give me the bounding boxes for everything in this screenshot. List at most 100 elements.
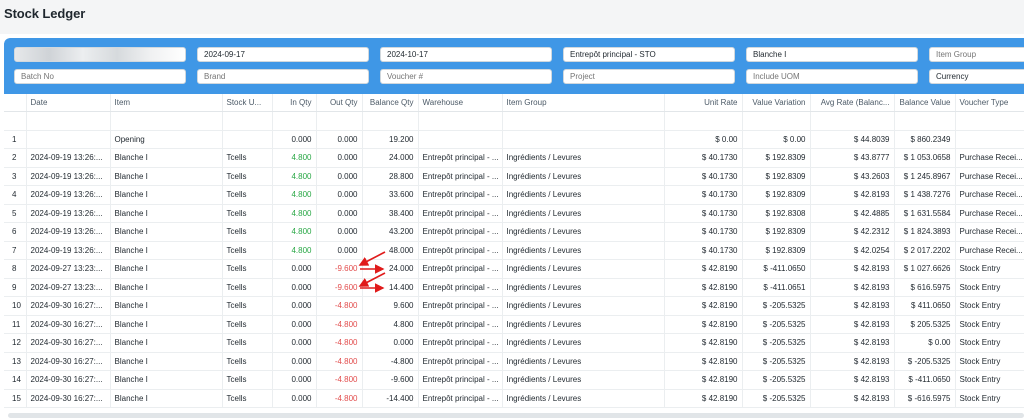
item-cell[interactable]: Blanche I — [110, 204, 223, 223]
in-qty-cell[interactable]: 0.000 — [272, 389, 317, 408]
avg-rate-cell[interactable]: $ 42.4885 — [810, 204, 895, 223]
stock-uom-cell[interactable]: Tcells — [222, 259, 273, 279]
avg-rate-cell[interactable]: $ 44.8039 — [810, 130, 895, 149]
stock-uom-cell[interactable]: Tcells — [222, 370, 273, 390]
item-cell[interactable]: Blanche I — [110, 167, 223, 186]
unit-rate-cell[interactable]: $ 40.1730 — [664, 185, 743, 205]
warehouse-cell[interactable]: Entrepôt principal - ... — [418, 185, 503, 205]
warehouse-cell[interactable]: Entrepôt principal - ... — [418, 259, 503, 279]
out-qty-cell[interactable]: 0.000 — [316, 204, 363, 223]
avg-rate-cell[interactable]: $ 42.8193 — [810, 333, 895, 353]
voucher-type-cell[interactable]: Stock Entry — [955, 389, 1024, 408]
in-qty-cell[interactable]: 4.800 — [272, 148, 317, 168]
voucher-type-header[interactable]: Voucher Type — [955, 94, 1024, 112]
voucher-type-cell[interactable]: Purchase Recei... — [955, 167, 1024, 186]
stock-uom-cell[interactable] — [222, 130, 273, 149]
item-cell[interactable]: Blanche I — [110, 185, 223, 205]
table-row[interactable]: 6 2024-09-19 13:26:... Blanche I Tcells 4.80… — [4, 222, 1024, 242]
item-header[interactable]: Item — [110, 94, 223, 112]
item-group-header[interactable]: Item Group — [502, 94, 665, 112]
item-cell[interactable]: Blanche I — [110, 389, 223, 408]
item-group-cell[interactable]: Ingrédients / Levures — [502, 352, 665, 371]
balance-qty-cell[interactable]: -14.400 — [362, 389, 419, 408]
balance-value-cell[interactable]: $ 0.00 — [894, 333, 956, 353]
warehouse-cell[interactable]: Entrepôt principal - ... — [418, 278, 503, 297]
item-cell[interactable]: Opening — [110, 130, 223, 149]
warehouse-cell[interactable]: Entrepôt principal - ... — [418, 389, 503, 408]
voucher-type-cell[interactable]: Stock Entry — [955, 333, 1024, 353]
in-qty-cell[interactable]: 4.800 — [272, 185, 317, 205]
balance-value-cell[interactable]: $ 860.2349 — [894, 130, 956, 149]
item-group-cell[interactable]: Ingrédients / Levures — [502, 333, 665, 353]
item-cell[interactable]: Blanche I — [110, 148, 223, 168]
column-filter-cell[interactable] — [26, 111, 111, 131]
unit-rate-cell[interactable]: $ 42.8190 — [664, 315, 743, 334]
out-qty-cell[interactable]: 0.000 — [316, 222, 363, 242]
stock-uom-cell[interactable]: Tcells — [222, 185, 273, 205]
warehouse-cell[interactable]: Entrepôt principal - ... — [418, 370, 503, 390]
column-filter-cell[interactable] — [418, 111, 503, 131]
out-qty-cell[interactable]: -9.600 — [316, 259, 363, 279]
in-qty-cell[interactable]: 4.800 — [272, 241, 317, 260]
item-cell[interactable]: Blanche I — [110, 241, 223, 260]
table-row[interactable]: 12 2024-09-30 16:27:... Blanche I Tcells 0.0… — [4, 333, 1024, 353]
balance-qty-cell[interactable]: 28.800 — [362, 167, 419, 186]
balance-value-cell[interactable]: $ 411.0650 — [894, 296, 956, 316]
unit-rate-cell[interactable]: $ 40.1730 — [664, 222, 743, 242]
balance-qty-cell[interactable]: -9.600 — [362, 370, 419, 390]
out-qty-cell[interactable]: -4.800 — [316, 296, 363, 316]
table-row[interactable]: 13 2024-09-30 16:27:... Blanche I Tcells 0.0… — [4, 352, 1024, 371]
unit-rate-cell[interactable]: $ 42.8190 — [664, 259, 743, 279]
date-cell[interactable]: 2024-09-30 16:27:... — [26, 296, 111, 316]
out-qty-cell[interactable]: 0.000 — [316, 241, 363, 260]
from-date-filter[interactable] — [197, 47, 369, 62]
balance-qty-cell[interactable]: 9.600 — [362, 296, 419, 316]
column-filter-cell[interactable] — [222, 111, 273, 131]
date-cell[interactable]: 2024-09-19 13:26:... — [26, 222, 111, 242]
warehouse-cell[interactable]: Entrepôt principal - ... — [418, 296, 503, 316]
table-row[interactable]: 9 2024-09-27 13:23:... Blanche I Tcells 0.00… — [4, 278, 1024, 297]
warehouse-cell[interactable]: Entrepôt principal - ... — [418, 333, 503, 353]
column-filter-cell[interactable] — [742, 111, 811, 131]
table-row[interactable]: 14 2024-09-30 16:27:... Blanche I Tcells 0.0… — [4, 370, 1024, 390]
value-variation-cell[interactable]: $ 192.8309 — [742, 148, 811, 168]
column-filter-cell[interactable] — [110, 111, 223, 131]
column-filter-cell[interactable] — [810, 111, 895, 131]
table-row[interactable]: 15 2024-09-30 16:27:... Blanche I Tcells 0.0… — [4, 389, 1024, 408]
balance-value-cell[interactable]: $ 616.5975 — [894, 278, 956, 297]
stock-uom-cell[interactable]: Tcells — [222, 352, 273, 371]
value-variation-cell[interactable]: $ -205.5325 — [742, 352, 811, 371]
value-variation-cell[interactable]: $ 0.00 — [742, 130, 811, 149]
date-cell[interactable]: 2024-09-30 16:27:... — [26, 315, 111, 334]
voucher-type-cell[interactable]: Stock Entry — [955, 370, 1024, 390]
balance-value-cell[interactable]: $ 2 017.2202 — [894, 241, 956, 260]
warehouse-cell[interactable]: Entrepôt principal - ... — [418, 352, 503, 371]
in-qty-cell[interactable]: 0.000 — [272, 130, 317, 149]
table-row[interactable]: 3 2024-09-19 13:26:... Blanche I Tcells 4.80… — [4, 167, 1024, 186]
voucher-type-cell[interactable] — [955, 130, 1024, 149]
item-group-cell[interactable]: Ingrédients / Levures — [502, 296, 665, 316]
stock-uom-cell[interactable]: Tcells — [222, 148, 273, 168]
balance-qty-header[interactable]: Balance Qty — [362, 94, 419, 112]
warehouse-cell[interactable]: Entrepôt principal - ... — [418, 222, 503, 242]
unit-rate-cell[interactable]: $ 40.1730 — [664, 148, 743, 168]
out-qty-cell[interactable]: 0.000 — [316, 148, 363, 168]
voucher-type-cell[interactable]: Purchase Recei... — [955, 204, 1024, 223]
date-cell[interactable]: 2024-09-30 16:27:... — [26, 389, 111, 408]
balance-qty-cell[interactable]: 48.000 — [362, 241, 419, 260]
balance-value-cell[interactable]: $ 1 438.7276 — [894, 185, 956, 205]
avg-rate-cell[interactable]: $ 42.8193 — [810, 370, 895, 390]
balance-qty-cell[interactable]: 14.400 — [362, 278, 419, 297]
stock-uom-header[interactable]: Stock U... — [222, 94, 273, 112]
date-header[interactable]: Date — [26, 94, 111, 112]
in-qty-cell[interactable]: 0.000 — [272, 296, 317, 316]
row-number-header[interactable] — [4, 94, 27, 112]
balance-value-header[interactable]: Balance Value — [894, 94, 956, 112]
in-qty-cell[interactable]: 4.800 — [272, 167, 317, 186]
balance-value-cell[interactable]: $ 1 824.3893 — [894, 222, 956, 242]
value-variation-cell[interactable]: $ -205.5325 — [742, 333, 811, 353]
in-qty-cell[interactable]: 0.000 — [272, 352, 317, 371]
voucher-no-filter[interactable] — [380, 69, 552, 84]
balance-value-cell[interactable]: $ -205.5325 — [894, 352, 956, 371]
warehouse-filter[interactable] — [563, 47, 735, 62]
